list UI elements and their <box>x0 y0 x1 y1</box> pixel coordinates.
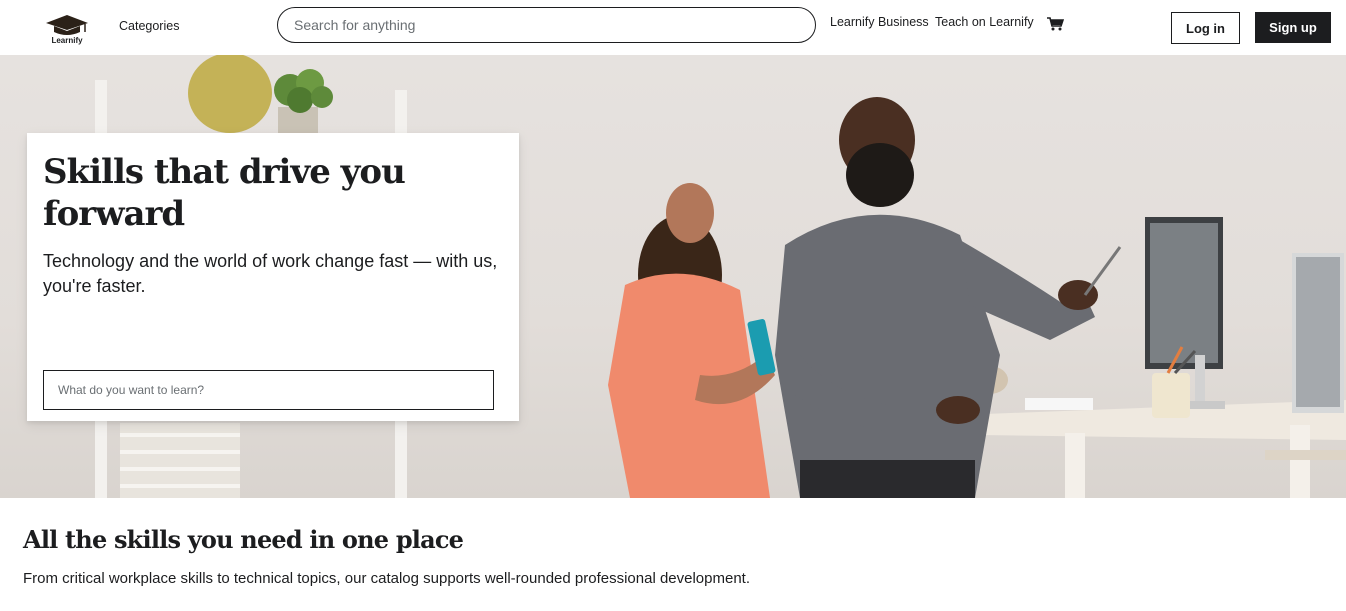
business-link[interactable]: Learnify Business <box>830 15 929 29</box>
cart-icon[interactable] <box>1046 16 1064 32</box>
section-title: All the skills you need in one place <box>23 525 464 554</box>
hero-title: Skills that drive you forward <box>43 152 406 234</box>
top-nav: Learnify Categories Learnify Business Te… <box>0 0 1346 55</box>
signup-button[interactable]: Sign up <box>1255 12 1331 43</box>
search-input[interactable] <box>277 7 816 43</box>
logo-text: Learnify <box>51 36 83 45</box>
hero-banner: Skills that drive you forward Technology… <box>0 55 1346 498</box>
logo[interactable]: Learnify <box>44 14 90 46</box>
hero-search-input[interactable] <box>43 370 494 410</box>
teach-link[interactable]: Teach on Learnify <box>935 15 1034 29</box>
hero-card: Skills that drive you forward Technology… <box>27 133 519 421</box>
categories-link[interactable]: Categories <box>119 19 179 33</box>
login-button[interactable]: Log in <box>1171 12 1240 44</box>
graduation-cap-icon <box>46 15 88 35</box>
hero-subtitle: Technology and the world of work change … <box>43 251 498 296</box>
section-subtitle: From critical workplace skills to techni… <box>23 570 751 587</box>
